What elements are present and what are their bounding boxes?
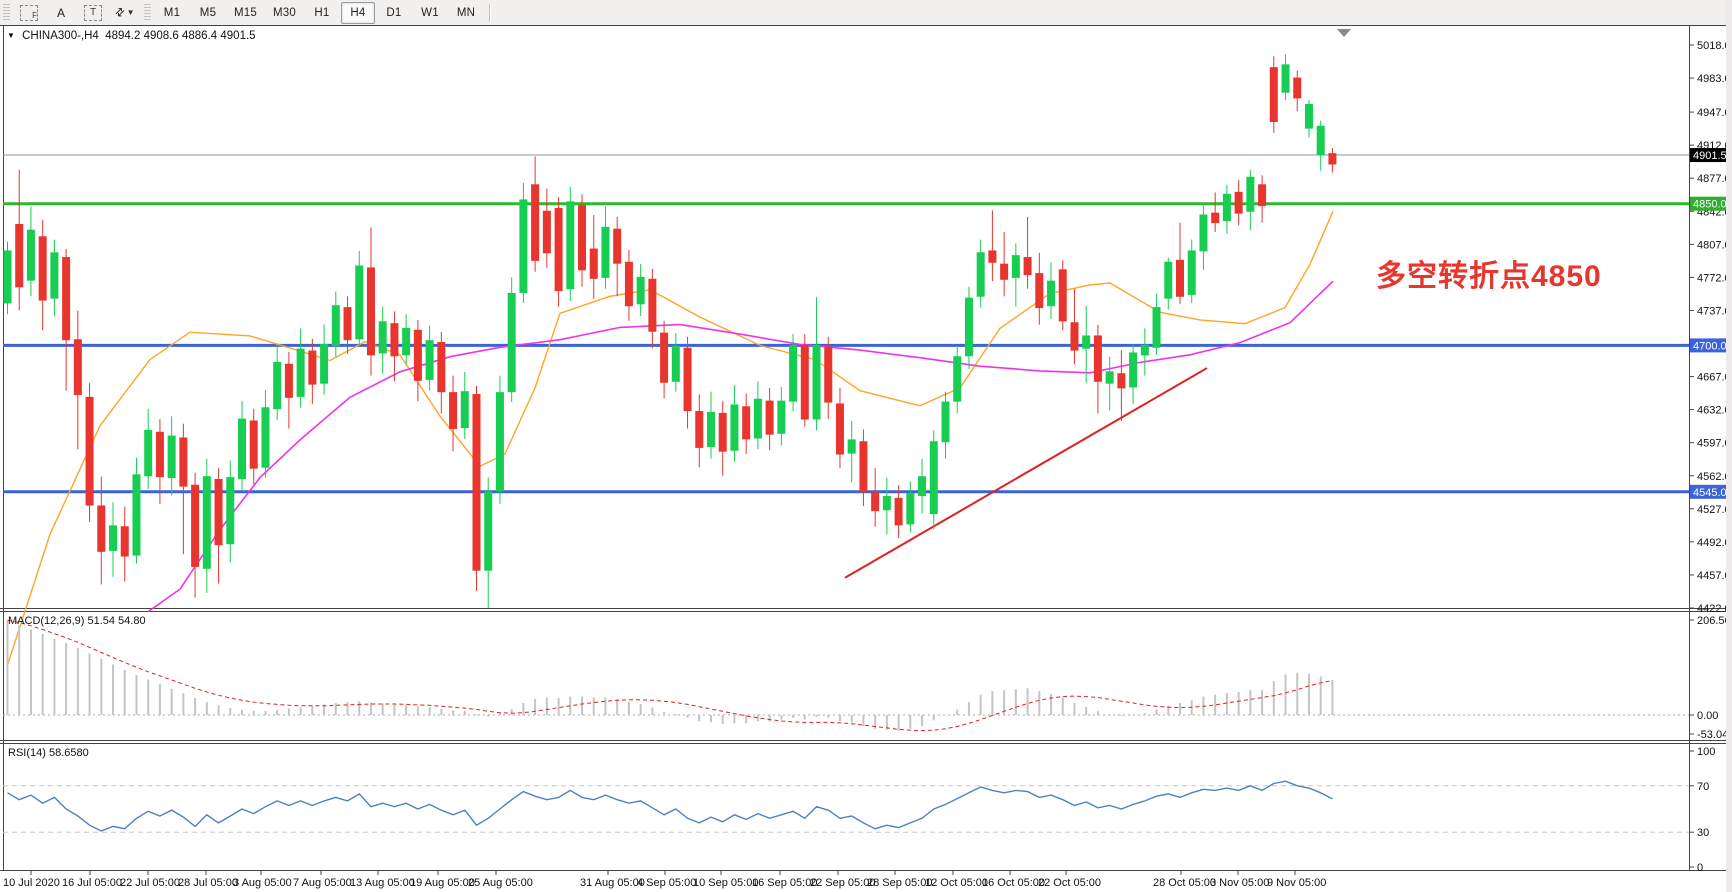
- svg-text:13 Aug 05:00: 13 Aug 05:00: [350, 877, 415, 889]
- svg-text:31 Aug 05:00: 31 Aug 05:00: [580, 877, 645, 889]
- svg-text:16 Oct 05:00: 16 Oct 05:00: [982, 877, 1045, 889]
- chart-canvas[interactable]: 5018.04983.04947.04912.04877.04842.04807…: [0, 0, 1732, 892]
- annotation-text[interactable]: 多空转折点4850: [1376, 251, 1602, 295]
- svg-text:7 Aug 05:00: 7 Aug 05:00: [293, 877, 352, 889]
- svg-text:19 Aug 05:00: 19 Aug 05:00: [410, 877, 475, 889]
- quote-open: 4894.2: [105, 30, 140, 42]
- svg-text:4545.0: 4545.0: [1693, 487, 1727, 499]
- svg-text:9 Nov 05:00: 9 Nov 05:00: [1267, 877, 1326, 889]
- svg-text:70: 70: [1697, 781, 1709, 793]
- svg-text:28 Sep 05:00: 28 Sep 05:00: [867, 877, 932, 889]
- svg-text:22 Sep 05:00: 22 Sep 05:00: [810, 877, 875, 889]
- macd-histogram: [8, 621, 1333, 731]
- price-axis: 5018.04983.04947.04912.04877.04842.04807…: [1689, 40, 1731, 615]
- macd-indicator-label: MACD(12,26,9) 51.54 54.80: [8, 615, 146, 627]
- svg-text:4850.0: 4850.0: [1693, 199, 1727, 211]
- svg-text:100: 100: [1697, 746, 1715, 758]
- svg-text:4901.5: 4901.5: [1693, 150, 1727, 162]
- svg-text:3 Aug 05:00: 3 Aug 05:00: [233, 877, 292, 889]
- svg-text:22 Oct 05:00: 22 Oct 05:00: [1038, 877, 1101, 889]
- svg-text:16 Sep 05:00: 16 Sep 05:00: [752, 877, 817, 889]
- mt4-window: F A T ⇅ ▼ M1 M5 M15 M30 H1 H4 D1 W1 MN ▼…: [0, 0, 1732, 892]
- svg-text:25 Aug 05:00: 25 Aug 05:00: [468, 877, 533, 889]
- rsi-line: [8, 781, 1333, 831]
- quote-close: 4901.5: [220, 30, 255, 42]
- svg-text:12 Oct 05:00: 12 Oct 05:00: [925, 877, 988, 889]
- trendline[interactable]: [845, 368, 1207, 578]
- svg-text:0.00: 0.00: [1697, 710, 1718, 722]
- rsi-axis: 100 70 30 0: [1689, 746, 1715, 874]
- svg-text:30: 30: [1697, 827, 1709, 839]
- svg-text:0: 0: [1697, 862, 1703, 874]
- svg-text:16 Jul 05:00: 16 Jul 05:00: [62, 877, 122, 889]
- quote-low: 4886.4: [182, 30, 217, 42]
- svg-text:28 Jul 05:00: 28 Jul 05:00: [178, 877, 238, 889]
- rsi-indicator-label: RSI(14) 58.6580: [8, 747, 89, 759]
- svg-text:22 Jul 05:00: 22 Jul 05:00: [120, 877, 180, 889]
- svg-text:3 Nov 05:00: 3 Nov 05:00: [1210, 877, 1269, 889]
- symbol-name: CHINA300-,H4: [22, 30, 99, 42]
- symbol-dropdown-icon[interactable]: ▼: [7, 31, 15, 40]
- svg-text:-53.04: -53.04: [1697, 729, 1728, 741]
- svg-text:4 Sep 05:00: 4 Sep 05:00: [637, 877, 696, 889]
- svg-text:10 Jul 2020: 10 Jul 2020: [3, 877, 60, 889]
- shift-marker-icon[interactable]: [1337, 29, 1351, 37]
- quote-high: 4908.6: [144, 30, 179, 42]
- candlestick-series: [4, 54, 1336, 608]
- window-edge-strip: [1726, 0, 1732, 892]
- macd-axis: 206.560.00-53.04: [1689, 615, 1731, 741]
- svg-text:10 Sep 05:00: 10 Sep 05:00: [693, 877, 758, 889]
- ma-fast-line: [7, 211, 1333, 666]
- time-axis: 10 Jul 202016 Jul 05:0022 Jul 05:0028 Ju…: [3, 871, 1326, 889]
- symbol-quote-line[interactable]: ▼ CHINA300-,H4 4894.2 4908.6 4886.4 4901…: [7, 30, 256, 42]
- svg-text:4700.0: 4700.0: [1693, 340, 1727, 352]
- svg-text:28 Oct 05:00: 28 Oct 05:00: [1153, 877, 1216, 889]
